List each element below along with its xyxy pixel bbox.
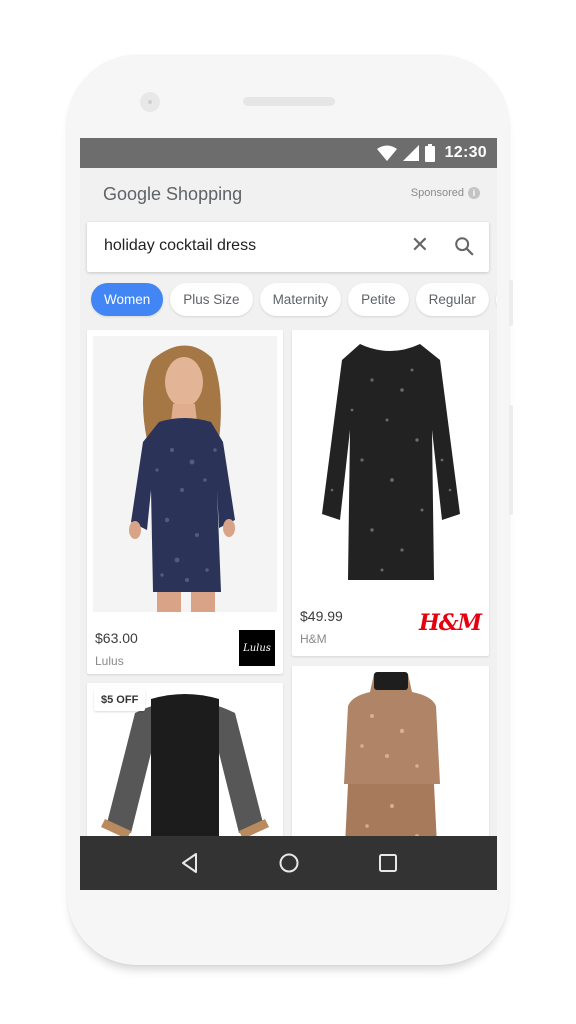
earpiece-speaker [243, 97, 335, 106]
discount-badge: $5 OFF [94, 689, 146, 711]
status-bar: 12:30 [80, 138, 497, 168]
home-icon[interactable] [277, 851, 301, 875]
chip-more[interactable] [495, 283, 497, 316]
product-merchant: Lulus [95, 654, 124, 668]
chip-women[interactable]: Women [91, 283, 164, 316]
product-price: $63.00 [95, 630, 138, 646]
phone-power-button [509, 405, 513, 515]
product-price: $49.99 [300, 608, 343, 624]
chip-maternity[interactable]: Maternity [259, 283, 342, 316]
front-camera [140, 92, 160, 112]
recents-icon[interactable] [376, 851, 400, 875]
filter-chips: Women Plus Size Maternity Petite Regular [91, 283, 497, 316]
chip-petite[interactable]: Petite [348, 283, 409, 316]
product-card[interactable]: $49.99 H&M H&M [292, 330, 489, 656]
app-header: Google Shopping Sponsored i [80, 168, 497, 220]
product-card[interactable]: $63.00 Lulus Lulus [87, 330, 283, 674]
chip-regular[interactable]: Regular [415, 283, 489, 316]
merchant-logo-hm: H&M [418, 610, 482, 636]
wifi-icon [376, 145, 397, 161]
product-image [87, 330, 283, 616]
sponsored-label[interactable]: Sponsored i [411, 187, 480, 199]
back-icon[interactable] [178, 851, 202, 875]
status-time: 12:30 [444, 144, 487, 161]
battery-icon [424, 144, 435, 162]
product-image [292, 330, 489, 596]
phone-volume-button [509, 280, 513, 326]
brand-title: Google Shopping [103, 184, 243, 204]
sponsored-text: Sponsored [410, 187, 464, 199]
search-icon[interactable] [453, 235, 475, 257]
chip-plus-size[interactable]: Plus Size [170, 283, 253, 316]
search-box[interactable]: holiday cocktail dress ✕ [87, 222, 489, 272]
info-icon[interactable]: i [468, 187, 480, 199]
signal-icon [402, 145, 419, 161]
merchant-logo-lulus: Lulus [239, 630, 275, 666]
phone-screen: 12:30 Google Shopping Sponsored i holida… [80, 138, 497, 890]
android-nav-bar [80, 836, 497, 890]
clear-icon[interactable]: ✕ [411, 234, 429, 256]
product-merchant: H&M [300, 632, 327, 646]
search-input[interactable]: holiday cocktail dress [104, 237, 256, 255]
